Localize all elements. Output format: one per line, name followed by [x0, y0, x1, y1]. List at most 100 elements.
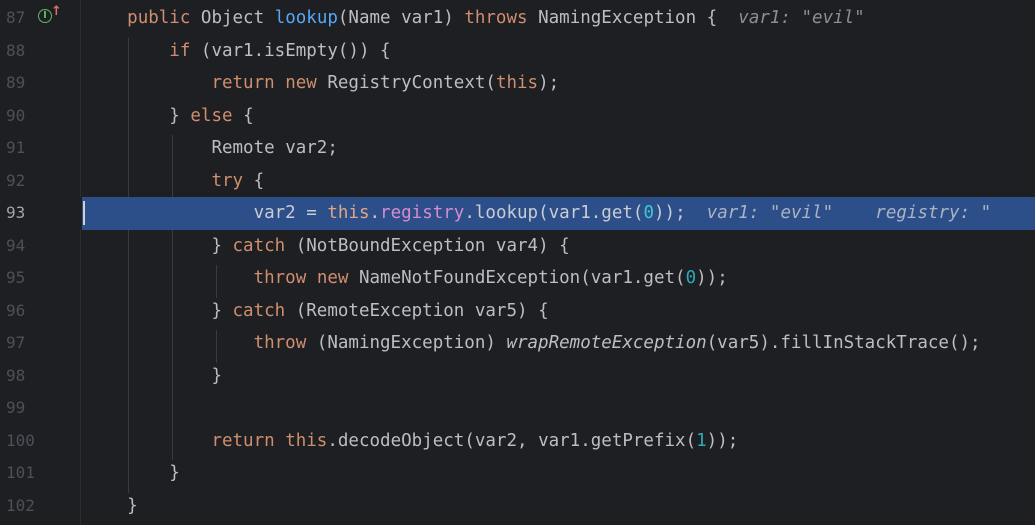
field-name: registry	[380, 203, 465, 223]
code-text[interactable]: } catch (NotBoundException var4) {	[85, 230, 570, 263]
number-literal: 1	[696, 430, 707, 451]
code-token: }	[211, 235, 233, 256]
code-line-98[interactable]: 98 }	[0, 360, 1035, 393]
line-number[interactable]: 98	[6, 360, 25, 393]
code-text[interactable]: return new RegistryContext(this);	[85, 67, 559, 100]
keyword: throw	[253, 268, 307, 288]
keyword: catch	[232, 300, 286, 321]
inlay-hint: registry: "	[875, 203, 992, 223]
code-editor[interactable]: 87 public Object lookup(Name var1) throw…	[0, 0, 1035, 525]
code-text[interactable]: if (var1.isEmpty()) {	[85, 35, 391, 68]
keyword: new	[285, 73, 317, 93]
code-text[interactable]: throw new NameNotFoundException(var1.get…	[85, 262, 728, 295]
code-line-91[interactable]: 91 Remote var2;	[0, 132, 1035, 165]
code-text[interactable]: }	[85, 360, 222, 393]
line-number[interactable]: 99	[6, 392, 25, 425]
code-token: var2 =	[253, 203, 328, 223]
code-token: Object	[190, 8, 275, 28]
code-token: ));	[654, 203, 686, 223]
code-line-90[interactable]: 90 } else {	[0, 100, 1035, 133]
code-text[interactable]: throw (NamingException) wrapRemoteExcept…	[85, 327, 981, 360]
keyword: this	[285, 430, 328, 451]
code-line-102[interactable]: 102 }	[0, 490, 1035, 523]
code-line-101[interactable]: 101 }	[0, 457, 1035, 490]
line-number[interactable]: 100	[6, 425, 35, 458]
line-number[interactable]: 90	[6, 100, 25, 133]
code-line-96[interactable]: 96 } catch (RemoteException var5) {	[0, 295, 1035, 328]
code-token: .decodeObject(var2, var1.getPrefix(	[327, 430, 697, 451]
keyword: this	[327, 203, 370, 223]
code-line-94[interactable]: 94 } catch (NotBoundException var4) {	[0, 230, 1035, 263]
code-text[interactable]: var2 = this.registry.lookup(var1.get(0))…	[85, 197, 992, 230]
code-token: );	[538, 73, 560, 93]
number-literal: 0	[643, 203, 655, 223]
line-number[interactable]: 95	[6, 262, 25, 295]
code-token: (var1.isEmpty()) {	[190, 40, 391, 61]
code-token: ));	[706, 430, 739, 451]
code-token: (RemoteException var5) {	[285, 300, 549, 321]
code-token: (var5).fillInStackTrace();	[706, 333, 981, 353]
inlay-hint: var1: "evil"	[706, 203, 834, 223]
code-token: RegistryContext(	[316, 73, 496, 93]
code-token: (Name var1)	[337, 8, 465, 28]
code-text[interactable]: Remote var2;	[85, 132, 338, 165]
code-line-95[interactable]: 95 throw new NameNotFoundException(var1.…	[0, 262, 1035, 295]
line-number[interactable]: 88	[6, 35, 25, 68]
code-token: NamingException {	[527, 8, 718, 28]
static-method-call: wrapRemoteException	[506, 333, 707, 353]
overriding-up-arrow-icon[interactable]: ↑	[51, 5, 62, 18]
code-text[interactable]: } else {	[85, 100, 253, 133]
code-text[interactable]: }	[85, 457, 180, 490]
line-number[interactable]: 96	[6, 295, 25, 328]
text-caret	[83, 201, 85, 225]
line-number[interactable]: 89	[6, 67, 25, 100]
line-number[interactable]: 101	[6, 457, 35, 490]
code-line-93-execution-point[interactable]: var2 = this.registry.lookup(var1.get(0))…	[0, 197, 1035, 230]
implements-method-icon[interactable]: I	[38, 9, 52, 23]
code-line-99[interactable]: 99	[0, 392, 1035, 425]
code-text[interactable]: try {	[85, 165, 264, 198]
gutter-current-line: 93	[0, 197, 82, 230]
code-line-88[interactable]: 88 if (var1.isEmpty()) {	[0, 35, 1035, 68]
code-token: }	[127, 495, 138, 516]
code-text[interactable]: return this.decodeObject(var2, var1.getP…	[85, 425, 738, 458]
code-line-92[interactable]: 92 try {	[0, 165, 1035, 198]
line-number[interactable]: 94	[6, 230, 25, 263]
code-token: }	[169, 463, 180, 483]
code-text[interactable]: public Object lookup(Name var1) throws N…	[85, 2, 865, 35]
code-text[interactable]: }	[85, 490, 138, 523]
keyword: return	[211, 430, 275, 451]
keyword: throws	[464, 8, 528, 28]
keyword: public	[127, 8, 191, 28]
code-token: (NotBoundException var4) {	[285, 235, 570, 256]
line-number[interactable]: 92	[6, 165, 25, 198]
keyword: if	[169, 40, 191, 61]
line-number[interactable]: 102	[6, 490, 35, 523]
code-token: .	[369, 203, 381, 223]
code-text[interactable]: } catch (RemoteException var5) {	[85, 295, 549, 328]
line-number[interactable]: 97	[6, 327, 25, 360]
line-number[interactable]: 93	[6, 197, 25, 230]
code-line-100[interactable]: 100 return this.decodeObject(var2, var1.…	[0, 425, 1035, 458]
code-token: ));	[696, 268, 728, 288]
keyword: else	[190, 105, 233, 126]
number-literal: 0	[685, 268, 697, 288]
line-number[interactable]: 91	[6, 132, 25, 165]
code-token: (NamingException)	[306, 333, 507, 353]
keyword: return	[211, 73, 275, 93]
code-token: Remote var2;	[211, 138, 338, 158]
code-token: }	[169, 105, 191, 126]
code-token: }	[211, 365, 222, 386]
code-line-97[interactable]: 97 throw (NamingException) wrapRemoteExc…	[0, 327, 1035, 360]
code-line-89[interactable]: 89 return new RegistryContext(this);	[0, 67, 1035, 100]
keyword: new	[316, 268, 349, 288]
keyword: throw	[253, 333, 307, 353]
code-line-87[interactable]: 87 public Object lookup(Name var1) throw…	[0, 2, 1035, 35]
inlay-hint: var1: "evil"	[738, 8, 865, 28]
code-token: NameNotFoundException(var1.get(	[348, 268, 686, 288]
line-number[interactable]: 87	[6, 2, 25, 35]
code-token: }	[211, 300, 233, 321]
